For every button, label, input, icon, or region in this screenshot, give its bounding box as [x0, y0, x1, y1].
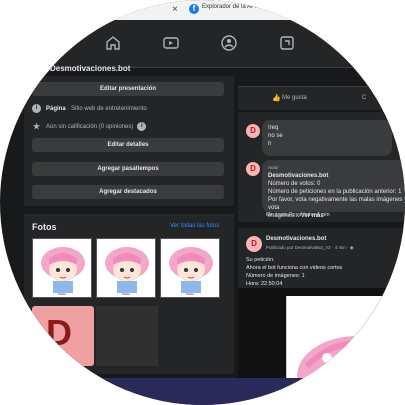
post-actions-bar: 👍 Me gusta C — [238, 86, 405, 110]
category-label: Página — [46, 105, 66, 112]
photo-thumbnail[interactable]: Waka — [96, 238, 156, 298]
groups-icon[interactable] — [220, 34, 238, 52]
post-author-name[interactable]: Desmotivaciones.bot — [266, 236, 326, 242]
see-all-photos-link[interactable]: Ver todas las fotos — [170, 223, 219, 229]
photo-tile[interactable] — [96, 306, 158, 366]
thumbnail-caption: Waka — [122, 292, 130, 296]
anime-girl-image — [105, 247, 149, 293]
photo-thumbnail[interactable]: Waka — [160, 238, 220, 298]
post-avatar[interactable]: D — [246, 236, 262, 252]
add-hobbies-button[interactable]: Agregar pasatiempos — [32, 162, 224, 176]
rating-text: Aún sin calificación (0 opiniones) — [46, 123, 134, 130]
logo-letter: D — [46, 312, 72, 353]
like-button[interactable]: Me gusta — [282, 95, 307, 101]
author-avatar[interactable]: D — [246, 162, 260, 176]
facebook-favicon-icon: f — [189, 4, 199, 14]
gaming-icon[interactable] — [278, 34, 296, 52]
close-tab-icon[interactable]: × — [172, 4, 178, 15]
anime-girl-image — [41, 247, 85, 293]
top-navigation — [0, 20, 405, 68]
bottom-bar — [0, 378, 405, 405]
browser-tab-strip: × f Explorador de la API Gráfica — [0, 0, 405, 20]
photos-panel: Fotos Ver todas las fotos Waka Waka Waka… — [24, 214, 234, 374]
post-card: D Desmotivaciones.bot Publicado por Desm… — [238, 228, 405, 405]
home-icon[interactable] — [104, 34, 122, 52]
comments-section: D !req no se n D Autor Desmotivaciones.b… — [238, 112, 405, 222]
commenter-avatar[interactable]: D — [246, 124, 260, 138]
video-icon[interactable] — [162, 34, 180, 52]
rating-row: ★ Aún sin calificación (0 opiniones) i — [32, 122, 147, 131]
edit-presentation-button[interactable]: Editar presentación — [32, 82, 224, 96]
anime-girl-image — [169, 247, 213, 293]
comment-bubble: !req no se n — [262, 120, 392, 156]
screen-frame: × f Explorador de la API Gráfica Desmoti… — [0, 0, 405, 405]
info-icon: i — [32, 104, 41, 113]
page-title: Desmotivaciones.bot — [50, 64, 131, 73]
edit-details-button[interactable]: Editar detalles — [32, 138, 224, 152]
photos-title: Fotos — [32, 222, 57, 232]
add-featured-button[interactable]: Agregar destacados — [32, 185, 224, 199]
help-icon[interactable]: i — [137, 122, 147, 131]
post-meta: Publicado por DesmotivaBot_V2 · 4 min · … — [266, 245, 354, 250]
category-row: i Página · Sitio web de entretenimiento — [32, 104, 147, 113]
comment-author-name[interactable]: Desmotivaciones.bot — [268, 172, 405, 180]
category-text: · Sitio web de entretenimiento — [65, 105, 147, 112]
browser-tab-title[interactable]: Explorador de la API Gráfica — [202, 4, 278, 10]
star-icon: ★ — [32, 122, 41, 131]
thumbnail-caption: Waka — [186, 292, 194, 296]
comment-actions[interactable]: Me gusta Responder 4 min — [266, 212, 330, 218]
comment-button[interactable]: C — [362, 95, 366, 101]
photo-thumbnail[interactable]: Waka — [32, 238, 92, 298]
like-icon[interactable]: 👍 — [272, 94, 281, 102]
author-comment-bubble: Autor Desmotivaciones.bot Número de voto… — [262, 160, 405, 219]
post-body-text: Su petición. Ahora el bot funciona con v… — [246, 257, 343, 287]
author-badge: Autor — [268, 165, 279, 170]
page-logo-tile[interactable]: D — [32, 306, 94, 366]
thumbnail-caption: Waka — [58, 292, 66, 296]
intro-panel: Editar presentación i Página · Sitio web… — [24, 76, 234, 206]
